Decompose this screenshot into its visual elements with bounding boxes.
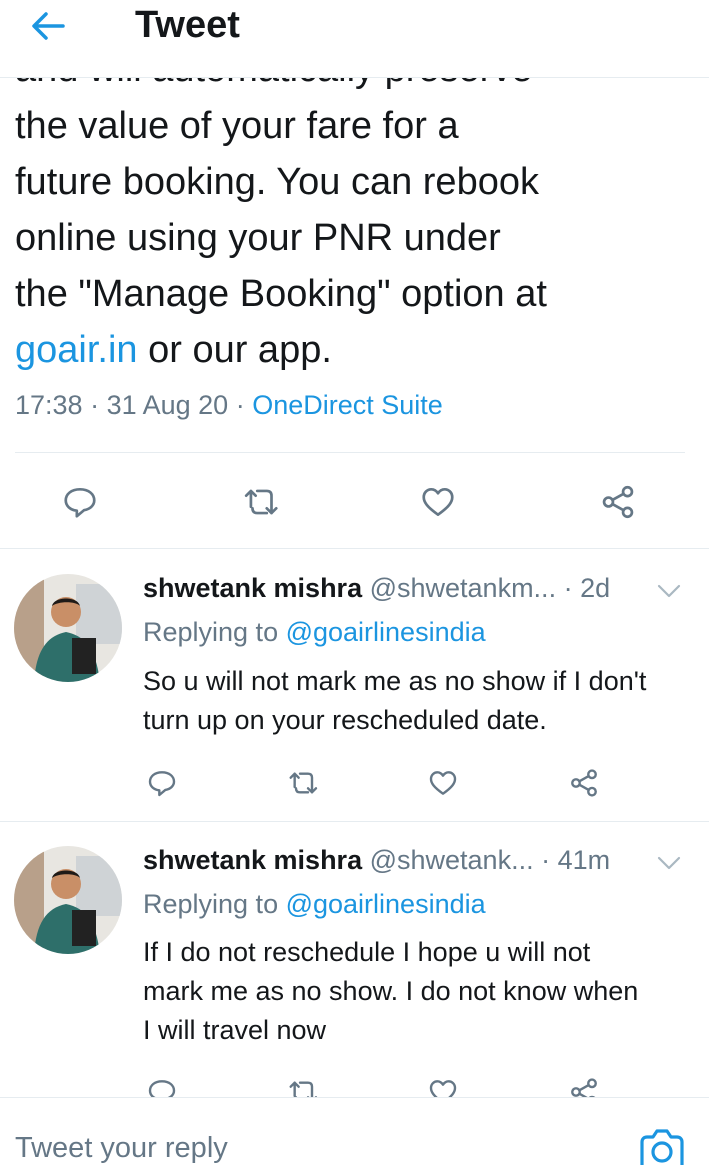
reply-button[interactable]	[140, 761, 184, 805]
reply-input[interactable]: Tweet your reply	[15, 1132, 228, 1165]
avatar[interactable]	[14, 846, 122, 954]
share-icon	[602, 485, 634, 519]
author-handle[interactable]: @shwetankm...	[362, 573, 556, 603]
share-button[interactable]	[562, 761, 606, 805]
page-title: Tweet	[135, 4, 240, 46]
top-bar: Tweet	[0, 0, 709, 78]
more-options-button[interactable]	[656, 581, 682, 601]
retweet-icon	[244, 489, 278, 515]
reply-header: shwetank mishra @shwetankm... · 2d	[143, 573, 610, 604]
replying-to: Replying to @goairlinesindia	[143, 889, 486, 920]
tweet-text-line: the "Manage Booking" option at	[15, 273, 547, 315]
share-icon	[571, 769, 597, 797]
heart-icon	[429, 771, 457, 795]
reply-text: If I do not reschedule I hope u will not…	[143, 937, 639, 1045]
reply-composer[interactable]: Tweet your reply	[0, 1097, 709, 1165]
comment-icon	[148, 771, 176, 797]
replying-to: Replying to @goairlinesindia	[143, 617, 486, 648]
author-handle[interactable]: @shwetank...	[362, 845, 534, 875]
reply-header: shwetank mishra @shwetank... · 41m	[143, 845, 610, 876]
reply-tweet[interactable]: shwetank mishra @shwetank... · 41m Reply…	[0, 822, 709, 1106]
camera-button[interactable]	[638, 1128, 686, 1165]
reply-button[interactable]	[56, 478, 104, 526]
meta-separator: ·	[228, 390, 253, 420]
tweet-text-line: online using your PNR under	[15, 217, 501, 259]
tweet-text-line: future booking. You can rebook	[15, 161, 539, 203]
tweet-source[interactable]: OneDirect Suite	[252, 390, 443, 420]
reply-tweet[interactable]: shwetank mishra @shwetankm... · 2d Reply…	[0, 549, 709, 821]
retweet-icon	[289, 772, 318, 794]
heart-icon	[422, 487, 454, 517]
share-button[interactable]	[594, 478, 642, 526]
chevron-down-icon	[657, 856, 681, 870]
tweet-text-line: goair.in or our app.	[15, 322, 695, 378]
comment-icon	[64, 487, 96, 518]
more-options-button[interactable]	[656, 853, 682, 873]
replying-to-handle[interactable]: @goairlinesindia	[286, 617, 486, 647]
back-button[interactable]	[26, 6, 70, 46]
tweet-text-rest: or our app.	[137, 329, 332, 371]
replying-to-handle[interactable]: @goairlinesindia	[286, 889, 486, 919]
tweet-meta: 17:38 · 31 Aug 20 · OneDirect Suite	[15, 390, 443, 421]
divider	[15, 452, 685, 453]
camera-icon	[640, 1129, 684, 1165]
replying-to-label: Replying to	[143, 889, 286, 919]
meta-separator: ·	[82, 390, 107, 420]
tweet-text-line: the value of your fare for a	[15, 105, 459, 147]
avatar[interactable]	[14, 574, 122, 682]
author-name[interactable]: shwetank mishra	[143, 573, 362, 603]
tweet-age: · 2d	[556, 573, 611, 603]
like-button[interactable]	[414, 478, 462, 526]
author-name[interactable]: shwetank mishra	[143, 845, 362, 875]
like-button[interactable]	[421, 761, 465, 805]
chevron-down-icon	[657, 584, 681, 598]
tweet-link[interactable]: goair.in	[15, 329, 138, 371]
tweet-age: · 41m	[533, 845, 611, 875]
tweet-time: 17:38	[15, 390, 83, 420]
arrow-left-icon	[32, 12, 65, 40]
retweet-button[interactable]	[282, 761, 326, 805]
replying-to-label: Replying to	[143, 617, 286, 647]
tweet-date: 31 Aug 20	[106, 390, 229, 420]
retweet-button[interactable]	[238, 478, 286, 526]
reply-text: So u will not mark me as no show if I do…	[143, 666, 647, 735]
tweet-text: the value of your fare for a future book…	[15, 98, 695, 378]
